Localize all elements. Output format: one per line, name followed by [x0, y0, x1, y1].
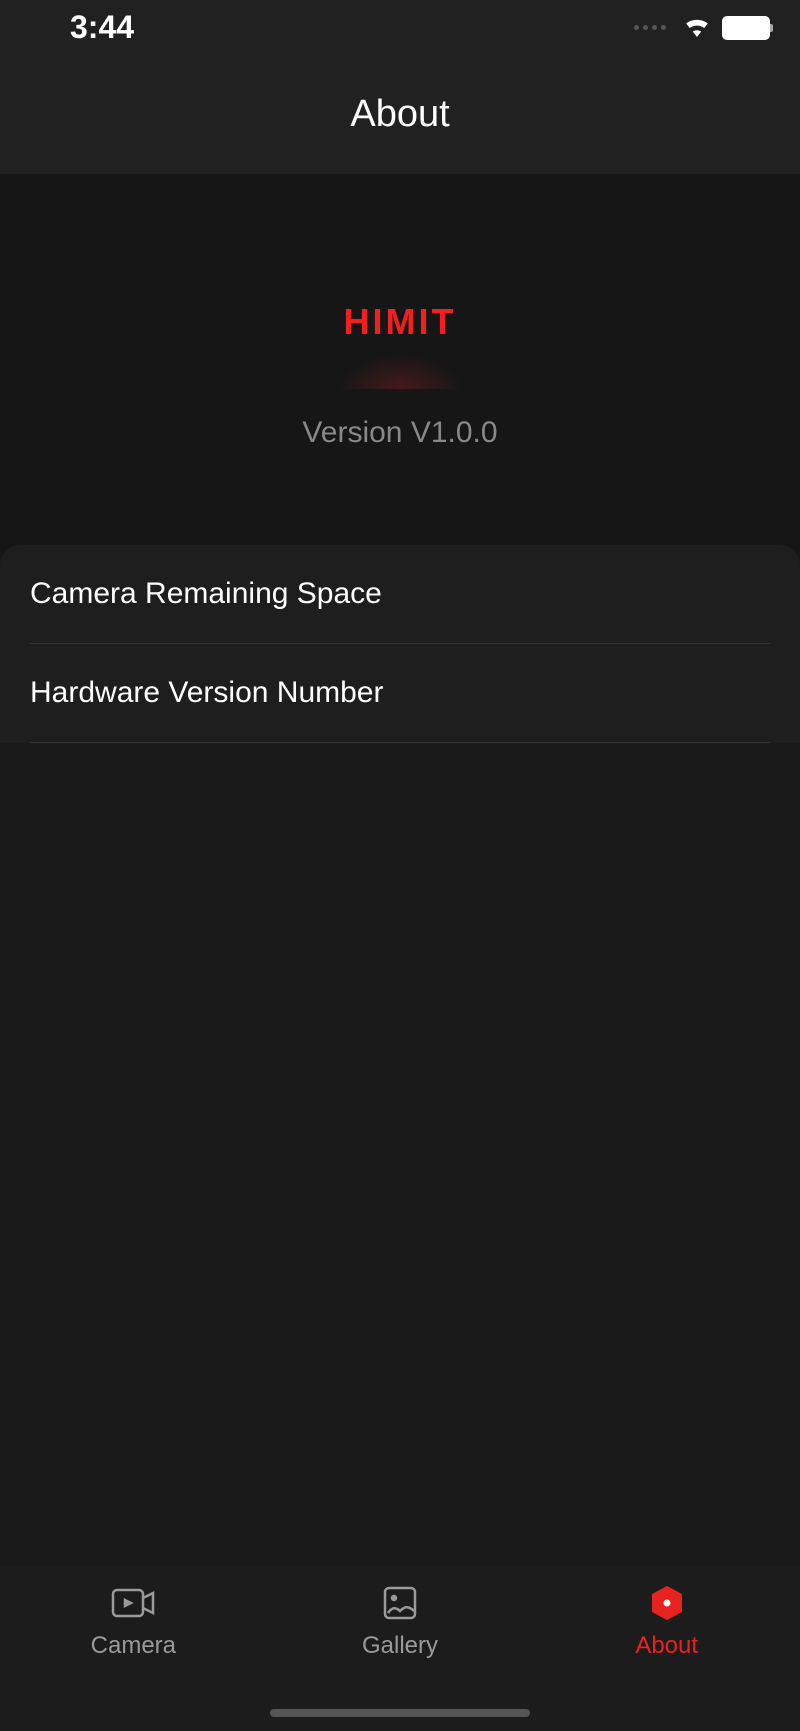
gallery-icon	[382, 1584, 418, 1622]
list-item-label: Camera Remaining Space	[30, 577, 382, 610]
battery-icon	[722, 16, 770, 40]
tab-camera[interactable]: Camera	[0, 1584, 267, 1731]
status-icons	[634, 13, 770, 42]
tab-about[interactable]: About	[533, 1584, 800, 1731]
logo-region: HIMIT Version V1.0.0	[0, 249, 800, 450]
brand-name: HIMIT	[344, 301, 457, 343]
version-label: Version V1.0.0	[302, 416, 497, 450]
status-time: 3:44	[70, 9, 134, 46]
page-title: About	[350, 93, 449, 136]
list-item-hardware-version[interactable]: Hardware Version Number	[30, 644, 770, 743]
camera-icon	[111, 1584, 155, 1622]
tab-label: Camera	[91, 1632, 176, 1660]
tab-label: Gallery	[362, 1632, 438, 1660]
page-header: About	[0, 55, 800, 174]
status-bar: 3:44	[0, 0, 800, 55]
app-logo: HIMIT	[328, 249, 473, 394]
tab-bar: Camera Gallery About	[0, 1566, 800, 1731]
info-list: Camera Remaining Space Hardware Version …	[0, 545, 800, 1623]
content-area: HIMIT Version V1.0.0 Camera Remaining Sp…	[0, 174, 800, 1623]
about-icon	[648, 1584, 686, 1622]
wifi-icon	[682, 13, 712, 42]
home-indicator[interactable]	[270, 1709, 530, 1717]
signal-dots-icon	[634, 25, 666, 30]
tab-label: About	[635, 1632, 698, 1660]
list-item-label: Hardware Version Number	[30, 676, 383, 709]
list-item-camera-space[interactable]: Camera Remaining Space	[30, 545, 770, 644]
